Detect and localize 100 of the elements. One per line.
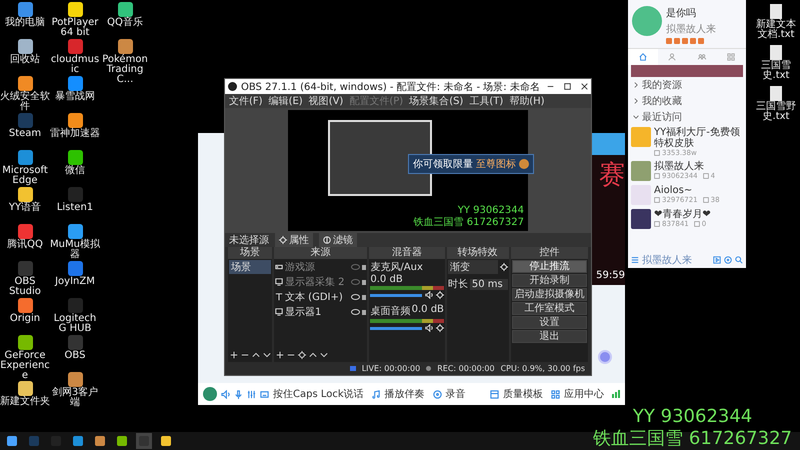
app-icon[interactable] (118, 39, 132, 54)
channel-title[interactable]: YY福利大厅-免费领特权皮肤 (654, 127, 743, 149)
icon-label[interactable]: OBS Studio (0, 277, 50, 297)
minimize-button[interactable] (546, 83, 554, 90)
icon-label[interactable]: JoyInZM (55, 277, 95, 287)
icon-label[interactable]: 微信 (65, 166, 85, 176)
app-icon[interactable] (18, 39, 32, 54)
icon-label[interactable]: 火绒安全软件 (0, 92, 50, 112)
app-icon[interactable] (18, 76, 32, 91)
menu-item[interactable]: 工具(T) (469, 94, 504, 108)
source-item[interactable]: 显示器采集 2 (285, 275, 350, 289)
volume-slider[interactable] (370, 294, 422, 296)
icon-label[interactable]: OBS (64, 351, 86, 361)
source-item[interactable]: 游戏源 (285, 260, 350, 274)
icon-label[interactable]: 雷神加速器 (50, 129, 100, 139)
icon-label[interactable]: 新建文件夹 (0, 397, 50, 407)
app-icon[interactable] (18, 187, 32, 202)
target-icon[interactable] (724, 256, 732, 264)
volume-slider[interactable] (370, 326, 422, 330)
toolbar-item[interactable]: 录音 (446, 387, 466, 401)
channel-thumbnail[interactable] (631, 127, 651, 147)
control-button[interactable]: 工作室模式 (512, 302, 587, 315)
source-item[interactable]: 显示器1 (285, 305, 350, 319)
start-button[interactable] (4, 433, 20, 449)
video-icon[interactable] (713, 256, 721, 264)
keyboard-icon[interactable] (260, 390, 269, 398)
transition-dropdown[interactable]: 渐变 (448, 260, 498, 274)
channel-thumbnail[interactable] (631, 209, 651, 229)
app-icon[interactable] (18, 381, 32, 396)
down-icon[interactable] (320, 351, 328, 359)
icon-label[interactable]: 我的电脑 (5, 18, 45, 28)
toolbar-item[interactable]: 质量模板 (503, 387, 543, 401)
up-icon[interactable] (252, 351, 260, 359)
menu-item[interactable]: 文件(F) (229, 94, 263, 108)
app-icon[interactable] (68, 372, 82, 387)
channel-title[interactable]: Aiolos~ (654, 185, 743, 196)
taskbar-app-icon[interactable] (114, 433, 130, 449)
add-icon[interactable] (230, 351, 238, 359)
toolbar-button[interactable]: 属性 (275, 233, 313, 247)
icon-label[interactable]: 剑网3客户端 (50, 388, 100, 408)
control-button[interactable]: 开始录制 (512, 274, 587, 287)
icon-label[interactable]: cloudmusic (50, 55, 100, 75)
icon-label[interactable]: 三国雪史.txt (752, 61, 800, 81)
menu-item[interactable]: 帮助(H) (509, 94, 545, 108)
icon-label[interactable]: Origin (10, 314, 40, 324)
app-icon[interactable] (68, 76, 82, 91)
up-icon[interactable] (309, 351, 317, 359)
app-icon[interactable] (18, 150, 32, 165)
icon-label[interactable]: Listen1 (56, 203, 94, 213)
section-item[interactable]: 我的资源 (628, 77, 746, 93)
toolbar-button[interactable]: 滤镜 (319, 233, 357, 247)
app-icon[interactable] (18, 335, 32, 350)
icon-label[interactable]: Steam (8, 129, 42, 139)
taskbar-app-icon[interactable] (70, 433, 86, 449)
icon-label[interactable]: MuMu模拟器 (50, 240, 100, 260)
lock-icon[interactable] (362, 310, 366, 314)
maximize-button[interactable] (564, 83, 571, 90)
add-icon[interactable] (276, 351, 284, 359)
icon-label[interactable]: 回收站 (10, 55, 40, 65)
toolbar-item[interactable]: 播放伴奏 (384, 387, 425, 401)
search-icon[interactable] (735, 256, 743, 264)
channel-thumbnail[interactable] (631, 161, 651, 181)
app-icon[interactable] (18, 298, 32, 313)
control-button[interactable]: 退出 (512, 330, 587, 343)
icon-label[interactable]: 腾讯QQ (7, 240, 43, 250)
toolbar-item[interactable]: 按住Caps Lock说话 (273, 387, 364, 401)
icon-label[interactable]: PotPlayer 64 bit (50, 18, 100, 38)
app-icon[interactable] (68, 224, 82, 239)
lock-icon[interactable] (362, 294, 366, 300)
section-item[interactable]: 我的收藏 (628, 93, 746, 109)
toolbar-item[interactable]: 应用中心 (564, 387, 604, 401)
control-button[interactable]: 停止推流 (512, 260, 587, 273)
icon-label[interactable]: Microsoft Edge (0, 166, 50, 186)
equalizer-icon[interactable] (247, 390, 256, 398)
section-item[interactable]: 最近访问 (628, 109, 746, 125)
icon-label[interactable]: QQ音乐 (107, 18, 143, 28)
scene-item[interactable]: 场景 (229, 260, 271, 274)
microphone-icon[interactable] (234, 390, 243, 398)
icon-label[interactable]: 三国雪野史.txt (752, 102, 800, 122)
avatar[interactable] (203, 387, 217, 401)
menu-icon[interactable] (631, 256, 639, 264)
icon-label[interactable]: 新建文本文档.txt (752, 20, 800, 40)
menu-item[interactable]: 视图(V) (308, 94, 344, 108)
source-item[interactable]: 文本 (GDI+) (285, 290, 350, 304)
down-icon[interactable] (263, 351, 271, 359)
taskbar-app-icon[interactable] (92, 433, 108, 449)
lock-icon[interactable] (362, 264, 366, 270)
icon-label[interactable]: GeForce Experience (0, 351, 50, 381)
icon-label[interactable]: Logitech G HUB (50, 314, 100, 334)
app-icon[interactable] (18, 2, 32, 17)
channel-title[interactable]: ❤青春岁月❤ (654, 209, 743, 220)
music-note-icon[interactable] (372, 390, 381, 398)
app-icon[interactable] (68, 150, 82, 165)
template-icon[interactable] (490, 390, 499, 398)
duration-field[interactable]: 50 ms (470, 278, 508, 290)
app-icon[interactable] (68, 2, 82, 17)
app-icon[interactable] (118, 2, 132, 17)
record-icon[interactable] (432, 390, 442, 398)
icon-label[interactable]: YY语音 (8, 203, 42, 213)
panel-tab[interactable] (628, 49, 658, 65)
